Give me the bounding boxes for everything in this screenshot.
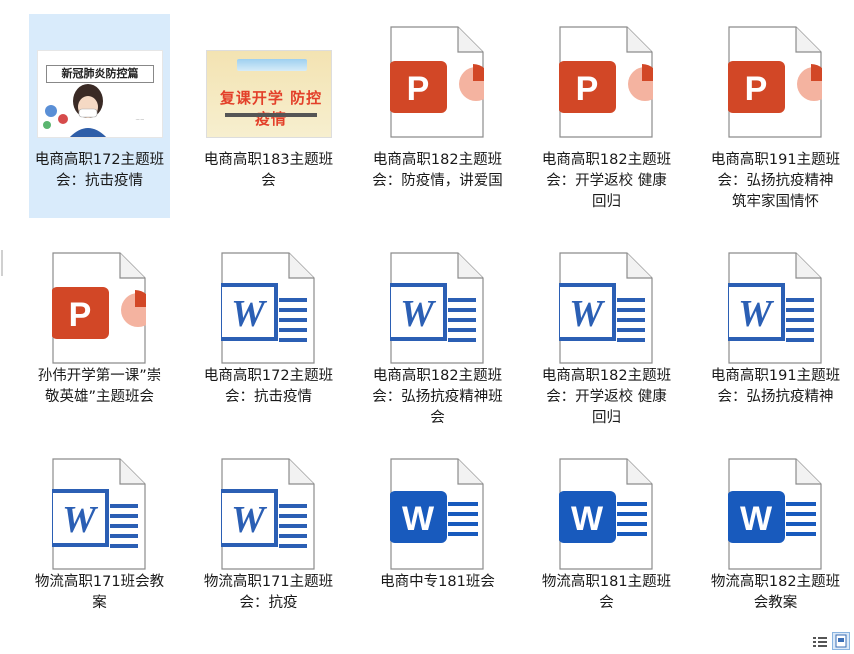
word-letter: W (740, 500, 773, 538)
word-letter: W (62, 499, 99, 541)
word-file-icon: W (218, 252, 315, 368)
file-thumbnail: W (29, 446, 170, 570)
document-page-icon: P (558, 26, 662, 138)
file-name-label: 电商高职183主题班会 (203, 152, 334, 189)
document-page-icon: W (218, 252, 315, 364)
file-item[interactable]: 复课开学 防控疫情 电商高职183主题班会 (198, 14, 339, 218)
word-letter: W (738, 293, 775, 335)
ppt-letter: P (69, 296, 92, 334)
word-file-icon: W (387, 252, 484, 368)
document-page-icon: W (389, 458, 484, 570)
file-name-label: 电商高职182主题班会：开学返校 健康回归 (541, 368, 672, 426)
file-thumbnail: W (536, 446, 677, 570)
document-page-icon: P (727, 26, 831, 138)
file-thumbnail: P (367, 14, 508, 138)
document-page-icon: W (725, 252, 822, 364)
file-thumbnail: W (705, 446, 846, 570)
file-thumbnail: P (705, 14, 846, 138)
file-thumbnail: W (198, 240, 339, 364)
file-item[interactable]: P 孙伟开学第一课”崇敬英雄”主题班会 (29, 240, 170, 420)
file-thumbnail: P (29, 240, 170, 364)
file-name-label: 电商高职172主题班会：抗击疫情 (203, 368, 334, 405)
large-icons-view-icon[interactable] (832, 632, 850, 650)
file-thumbnail: 复课开学 防控疫情 (198, 14, 339, 138)
file-name-label: 电商高职182主题班会：开学返校 健康回归 (541, 152, 672, 210)
document-page-icon: P (51, 252, 155, 364)
school-slide-thumbnail: 复课开学 防控疫情 (206, 50, 332, 138)
file-name-label: 物流高职171班会教案 (34, 574, 165, 611)
document-page-icon: W (727, 458, 822, 570)
file-name-label: 电商高职191主题班会：弘扬抗疫精神 筑牢家国情怀 (710, 152, 841, 210)
file-item[interactable]: W 电商高职182主题班会：弘扬抗疫精神班会 (367, 240, 508, 426)
file-thumbnail: W (367, 240, 508, 364)
word-letter: W (231, 293, 268, 335)
powerpoint-file-icon: P (389, 26, 493, 142)
file-thumbnail: P (536, 14, 677, 138)
word-file-icon: W (727, 458, 822, 574)
file-name-label: 物流高职182主题班会教案 (710, 574, 841, 611)
file-name-label: 电商高职182主题班会：防疫情，讲爱国 (372, 152, 503, 189)
file-item[interactable]: P 电商高职191主题班会：弘扬抗疫精神 筑牢家国情怀 (705, 14, 846, 218)
document-page-icon: W (218, 458, 315, 570)
file-name-label: 物流高职171主题班会：抗疫 (203, 574, 334, 611)
covid-slide-thumbnail: 新冠肺炎防控篇 ······· (37, 50, 163, 138)
file-name-label: 电商高职182主题班会：弘扬抗疫精神班会 (372, 368, 503, 426)
file-item[interactable]: P 电商高职182主题班会：开学返校 健康回归 (536, 14, 677, 218)
word-letter: W (569, 293, 606, 335)
file-item[interactable]: W 物流高职171班会教案 (29, 446, 170, 626)
file-item[interactable]: 新冠肺炎防控篇 ······· 电商高职172主题班会：抗击疫情 (29, 14, 170, 218)
file-name-label: 电商高职191主题班会：弘扬抗疫精神 (710, 368, 841, 405)
file-name-label: 电商中专181班会 (380, 574, 495, 590)
file-thumbnail: W (705, 240, 846, 364)
document-page-icon: W (49, 458, 146, 570)
doctor-illustration-icon: ······· (43, 84, 145, 137)
file-grid: 新冠肺炎防控篇 ······· 电商高职172主题班会：抗击疫情 复课开学 防控… (0, 0, 854, 653)
file-thumbnail: 新冠肺炎防控篇 ······· (29, 14, 170, 138)
file-name-label: 电商高职172主题班会：抗击疫情 (34, 152, 165, 189)
word-letter: W (231, 499, 268, 541)
thumbnail-title: 复课开学 防控疫情 (219, 89, 323, 128)
file-item[interactable]: W 电商高职191主题班会：弘扬抗疫精神 (705, 240, 846, 420)
document-page-icon: W (556, 252, 653, 364)
file-item[interactable]: W 电商中专181班会 (367, 446, 508, 626)
document-page-icon: W (558, 458, 653, 570)
file-item[interactable]: W 物流高职171主题班会：抗疫 (198, 446, 339, 626)
file-name-label: 物流高职181主题班会 (541, 574, 672, 611)
file-name-label: 孙伟开学第一课”崇敬英雄”主题班会 (37, 368, 162, 405)
file-item[interactable]: W 物流高职181主题班会 (536, 446, 677, 626)
word-letter: W (571, 500, 604, 538)
file-thumbnail: W (198, 446, 339, 570)
word-file-icon: W (725, 252, 822, 368)
document-page-icon: P (389, 26, 493, 138)
details-view-icon[interactable] (812, 634, 828, 650)
powerpoint-file-icon: P (51, 252, 155, 368)
word-letter: W (402, 500, 435, 538)
svg-text:·······: ······· (136, 117, 145, 122)
file-item[interactable]: W 物流高职182主题班会教案 (705, 446, 846, 626)
ppt-letter: P (576, 70, 599, 108)
word-file-icon: W (218, 458, 315, 574)
word-file-icon: W (556, 252, 653, 368)
powerpoint-file-icon: P (558, 26, 662, 142)
word-letter: W (400, 293, 437, 335)
file-thumbnail: W (367, 446, 508, 570)
file-thumbnail: W (536, 240, 677, 364)
document-page-icon: W (387, 252, 484, 364)
powerpoint-file-icon: P (727, 26, 831, 142)
word-file-icon: W (49, 458, 146, 574)
ppt-letter: P (745, 70, 768, 108)
status-bar (0, 631, 854, 653)
file-item[interactable]: P 电商高职182主题班会：防疫情，讲爱国 (367, 14, 508, 218)
word-file-icon: W (389, 458, 484, 574)
word-file-icon: W (558, 458, 653, 574)
file-item[interactable]: W 电商高职182主题班会：开学返校 健康回归 (536, 240, 677, 426)
ppt-letter: P (407, 70, 430, 108)
file-item[interactable]: W 电商高职172主题班会：抗击疫情 (198, 240, 339, 420)
